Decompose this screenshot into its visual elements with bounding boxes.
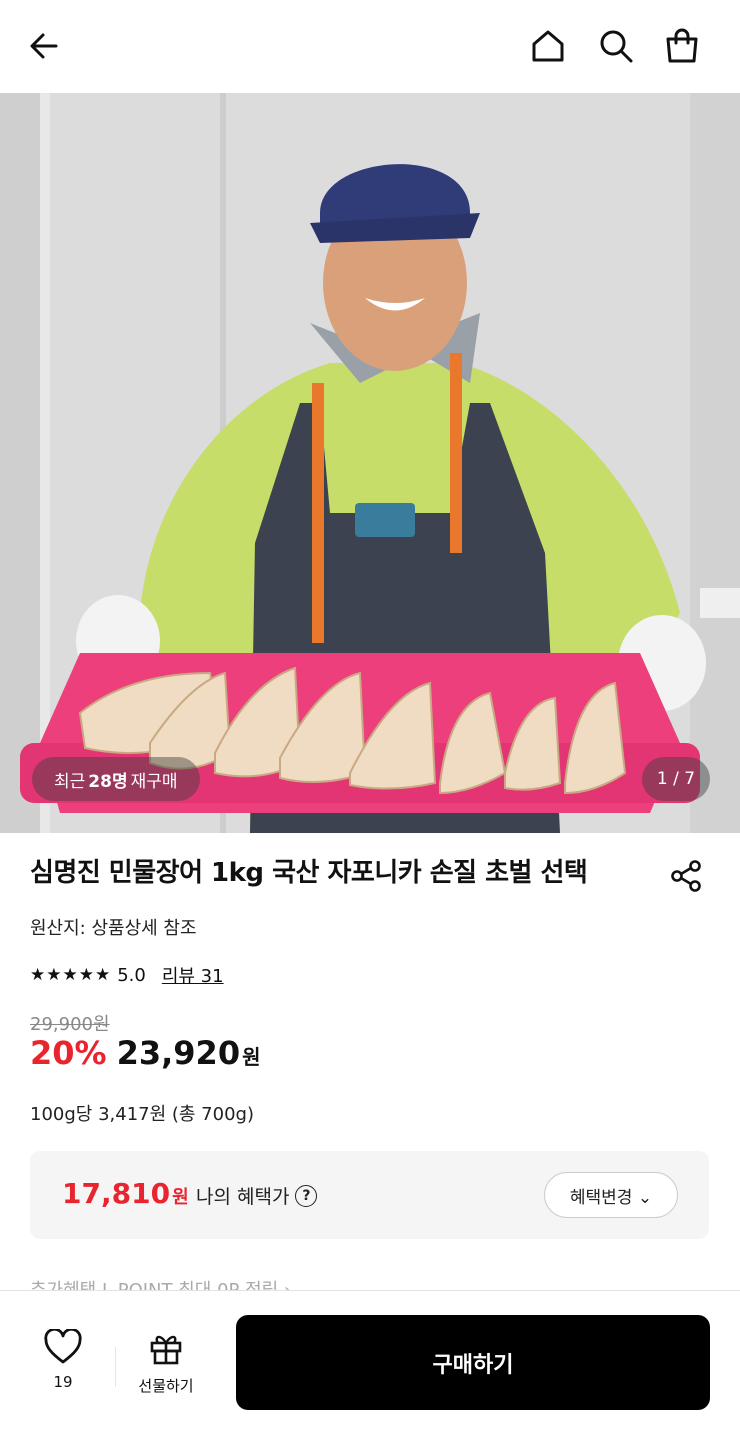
gift-button[interactable]: 선물하기 xyxy=(126,1331,206,1396)
shopping-bag-icon xyxy=(666,28,698,63)
benefit-label-row: 나의 혜택가 ? xyxy=(196,1182,318,1209)
rating-row: ★★★★★ 5.0 리뷰 31 xyxy=(30,962,224,988)
heart-icon xyxy=(44,1327,82,1364)
arrow-left-icon xyxy=(30,33,58,59)
gift-label: 선물하기 xyxy=(138,1377,194,1395)
share-button[interactable] xyxy=(666,856,706,896)
like-count: 19 xyxy=(53,1373,73,1391)
search-icon xyxy=(600,30,633,63)
share-icon xyxy=(671,860,701,892)
cart-button[interactable] xyxy=(662,26,702,66)
back-button[interactable] xyxy=(24,26,64,66)
benefit-label: 나의 혜택가 xyxy=(196,1186,290,1208)
additional-benefit-row: 추가혜택 L.POINT 최대 0P 적립 › xyxy=(30,1276,291,1290)
sale-price-unit: 원 xyxy=(242,1045,261,1069)
top-navigation-bar xyxy=(0,0,740,93)
benefit-price-unit: 원 xyxy=(172,1187,189,1208)
home-button[interactable] xyxy=(528,26,568,66)
image-counter: 1 / 7 xyxy=(642,757,710,801)
product-photo xyxy=(0,93,740,833)
sale-price: 23,920 xyxy=(116,1034,241,1072)
repurchase-badge: 최근 28명 재구매 xyxy=(32,757,200,801)
price-row: 20% 23,920 원 xyxy=(30,1034,260,1072)
repurchase-count: 28명 xyxy=(88,771,128,792)
buy-button[interactable]: 구매하기 xyxy=(236,1315,710,1410)
repurchase-suffix: 재구매 xyxy=(130,771,178,792)
product-image-carousel[interactable]: 최근 28명 재구매 1 / 7 xyxy=(0,93,740,833)
benefit-price-box: 17,810 원 나의 혜택가 ? 혜택변경 ⌄ xyxy=(30,1151,709,1239)
review-link[interactable]: 리뷰 31 xyxy=(162,962,224,988)
origin-info: 원산지: 상품상세 참조 xyxy=(30,918,197,939)
gift-icon xyxy=(150,1335,182,1365)
original-price: 29,900원 xyxy=(30,1014,110,1035)
product-title: 심명진 민물장어 1kg 국산 자포니카 손질 초벌 선택 xyxy=(30,858,588,888)
change-benefit-button[interactable]: 혜택변경 ⌄ xyxy=(544,1172,678,1218)
divider xyxy=(115,1347,116,1387)
unit-price: 100g당 3,417원 (총 700g) xyxy=(30,1104,254,1125)
star-rating-icon: ★★★★★ xyxy=(30,965,112,985)
search-button[interactable] xyxy=(596,26,636,66)
bottom-action-bar: 19 선물하기 구매하기 xyxy=(0,1290,740,1440)
home-icon xyxy=(532,30,564,62)
repurchase-prefix: 최근 xyxy=(54,771,86,792)
discount-rate: 20% xyxy=(30,1034,107,1072)
benefit-price: 17,810 원 xyxy=(62,1177,189,1210)
help-icon[interactable]: ? xyxy=(295,1184,318,1207)
benefit-price-value: 17,810 xyxy=(62,1177,171,1210)
like-button[interactable]: 19 xyxy=(28,1327,98,1391)
rating-score: 5.0 xyxy=(117,964,146,986)
